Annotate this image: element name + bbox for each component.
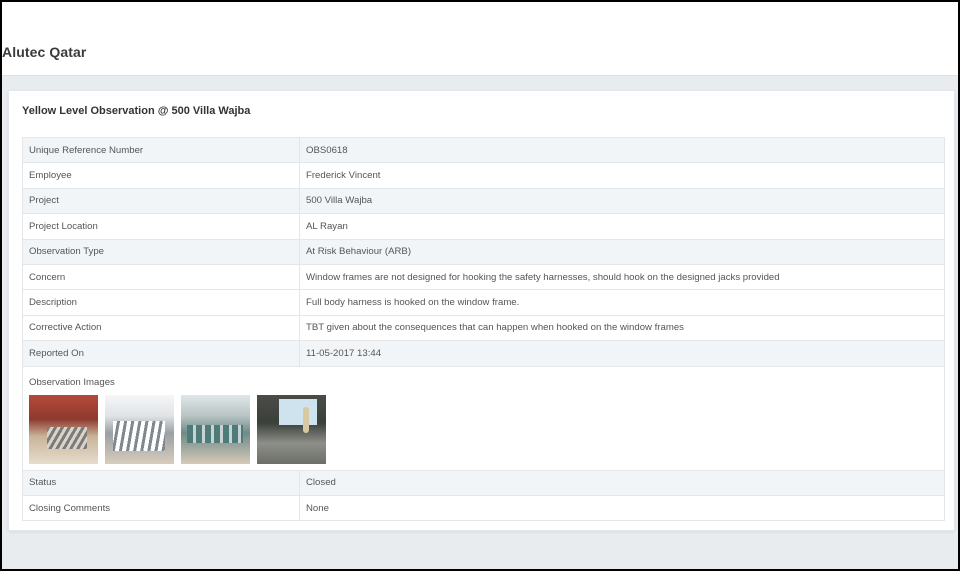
row-label: Project Location: [22, 213, 300, 240]
observation-card: Yellow Level Observation @ 500 Villa Waj…: [8, 90, 955, 531]
row-label: Concern: [22, 263, 300, 291]
observation-image-thumbnail[interactable]: [105, 394, 174, 464]
row-value: Frederick Vincent: [299, 162, 945, 189]
row-label: Description: [22, 289, 300, 316]
brand-title[interactable]: Alutec Qatar: [2, 44, 86, 60]
row-label: Status: [22, 469, 300, 496]
images-label: Observation Images: [29, 376, 115, 388]
row-label: Closing Comments: [22, 494, 300, 522]
app-frame: Alutec Qatar Yellow Level Observation @ …: [2, 2, 958, 569]
table-row-closing-comments: Closing Comments None: [22, 494, 945, 522]
row-value: 11-05-2017 13:44: [299, 340, 945, 367]
image-gallery: [29, 394, 938, 464]
table-row-employee: Employee Frederick Vincent: [22, 162, 945, 189]
table-row-observation-images: Observation Images: [22, 365, 945, 471]
row-label: Observation Type: [22, 238, 300, 265]
row-value: None: [299, 494, 945, 522]
row-label: Corrective Action: [22, 314, 300, 342]
observation-image-thumbnail[interactable]: [29, 394, 98, 464]
table-row-corrective-action: Corrective Action TBT given about the co…: [22, 314, 945, 342]
row-value: Closed: [299, 469, 945, 496]
table-row-reported-on: Reported On 11-05-2017 13:44: [22, 340, 945, 367]
table-row-project: Project 500 Villa Wajba: [22, 187, 945, 215]
table-row-project-location: Project Location AL Rayan: [22, 213, 945, 240]
top-bar: Alutec Qatar: [2, 2, 958, 76]
table-row-description: Description Full body harness is hooked …: [22, 289, 945, 316]
row-value: At Risk Behaviour (ARB): [299, 238, 945, 265]
observation-image-thumbnail[interactable]: [257, 394, 326, 464]
table-row-reference: Unique Reference Number OBS0618: [22, 136, 945, 164]
observation-details-table: Unique Reference Number OBS0618 Employee…: [22, 136, 945, 522]
row-value: OBS0618: [299, 136, 945, 164]
row-value: Full body harness is hooked on the windo…: [299, 289, 945, 316]
row-value: Window frames are not designed for hooki…: [299, 263, 945, 291]
row-value: 500 Villa Wajba: [299, 187, 945, 215]
card-title: Yellow Level Observation @ 500 Villa Waj…: [22, 105, 251, 117]
table-row-observation-type: Observation Type At Risk Behaviour (ARB): [22, 238, 945, 265]
row-value: AL Rayan: [299, 213, 945, 240]
row-value: TBT given about the consequences that ca…: [299, 314, 945, 342]
observation-image-thumbnail[interactable]: [181, 394, 250, 464]
row-label: Employee: [22, 162, 300, 189]
images-cell: Observation Images: [22, 365, 945, 471]
table-row-status: Status Closed: [22, 469, 945, 496]
row-label: Unique Reference Number: [22, 136, 300, 164]
row-label: Project: [22, 187, 300, 215]
row-label: Reported On: [22, 340, 300, 367]
table-row-concern: Concern Window frames are not designed f…: [22, 263, 945, 291]
